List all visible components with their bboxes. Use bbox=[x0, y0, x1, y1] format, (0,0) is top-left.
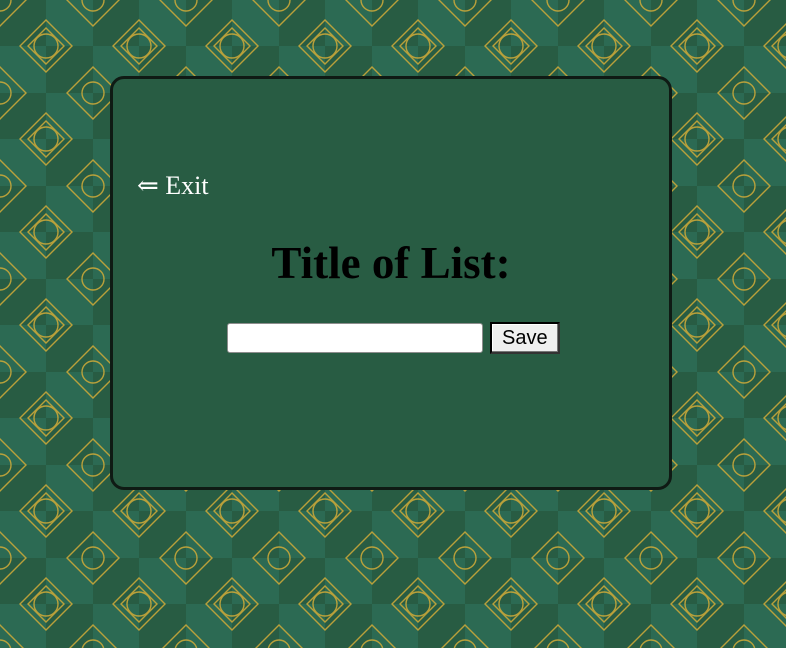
exit-link-label: Exit bbox=[165, 171, 209, 200]
list-title-dialog: ⇐ Exit Title of List: Save bbox=[110, 76, 672, 490]
list-title-input[interactable] bbox=[227, 323, 483, 353]
back-arrow-icon: ⇐ bbox=[137, 171, 159, 200]
exit-link[interactable]: ⇐ Exit bbox=[137, 171, 209, 201]
save-button[interactable]: Save bbox=[490, 322, 560, 354]
title-form: Save bbox=[227, 322, 560, 354]
dialog-title: Title of List: bbox=[271, 238, 511, 288]
